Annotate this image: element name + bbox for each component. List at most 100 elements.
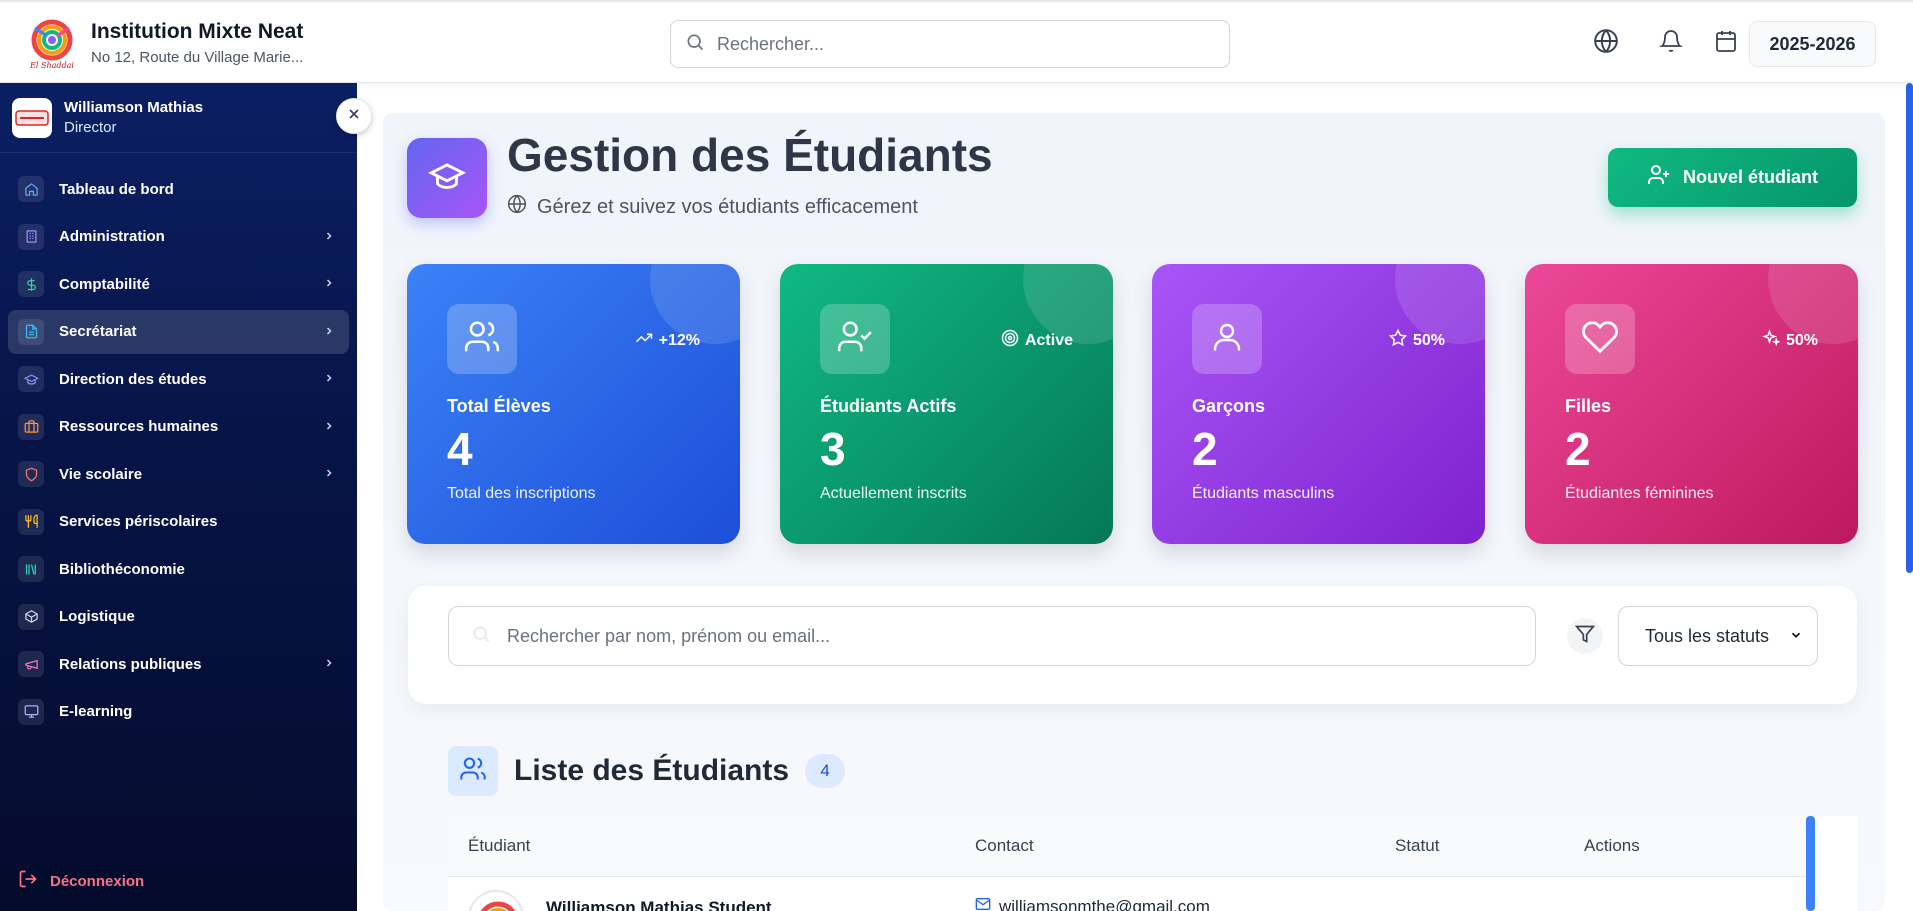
filter-card: Tous les statuts (408, 586, 1857, 704)
column-header-contact[interactable]: Contact (975, 836, 1034, 856)
stat-description: Actuellement inscrits (820, 485, 967, 502)
stat-card-boys[interactable]: 50% Garçons 2 Étudiants masculins (1152, 264, 1485, 544)
page-header-icon (407, 138, 487, 218)
student-list-header: Liste des Étudiants 4 (448, 746, 846, 796)
dollar-icon (18, 271, 44, 297)
chevron-down-icon (1789, 626, 1803, 647)
chevron-right-icon (323, 656, 335, 674)
global-search-input[interactable] (717, 33, 1197, 55)
table-scrollbar[interactable] (1806, 816, 1815, 911)
sidebar-item-vie-scolaire[interactable]: Vie scolaire (8, 452, 349, 496)
sidebar-item-tableau-de-bord[interactable]: Tableau de bord (8, 167, 349, 211)
sidebar-item-label: Secrétariat (59, 323, 137, 340)
user-role: Director (64, 119, 117, 136)
sidebar-item-bibliotheconomie[interactable]: Bibliothéconomie (8, 547, 349, 591)
student-search[interactable] (448, 606, 1536, 666)
sidebar-nav: Tableau de bord Administration Comptabilit… (0, 153, 357, 734)
new-student-button[interactable]: Nouvel étudiant (1608, 148, 1857, 207)
monitor-icon (18, 698, 44, 725)
column-header-actions[interactable]: Actions (1584, 836, 1640, 856)
stat-trend-text: 50% (1412, 331, 1445, 349)
institution-name: Institution Mixte Neat (91, 20, 304, 43)
sidebar-item-ressources-humaines[interactable]: Ressources humaines (8, 405, 349, 449)
search-icon (685, 32, 705, 57)
user-name: Williamson Mathias (64, 99, 204, 116)
stat-trend: 50% (1761, 328, 1818, 352)
table-row[interactable]: Williamson Mathias Student williamsonmth… (448, 878, 1808, 911)
filter-button[interactable] (1567, 618, 1603, 654)
sidebar-item-label: Bibliothéconomie (59, 560, 185, 578)
stat-label: Étudiants Actifs (820, 396, 957, 416)
graduation-cap-icon (427, 157, 467, 200)
avatar (12, 97, 52, 138)
student-count-badge: 4 (805, 754, 846, 788)
logout-icon (18, 869, 38, 893)
package-icon (18, 603, 44, 630)
student-email[interactable]: williamsonmthe@gmail.com (975, 896, 1210, 911)
stat-icon-box (1565, 304, 1635, 374)
student-email-text: williamsonmthe@gmail.com (999, 896, 1210, 911)
users-icon (459, 755, 487, 788)
status-select-value: Tous les statuts (1645, 625, 1770, 646)
sidebar-item-services-periscolaires[interactable]: Services périscolaires (8, 500, 349, 544)
sidebar-item-relations-publiques[interactable]: Relations publiques (8, 642, 349, 686)
sidebar-item-direction-des-etudes[interactable]: Direction des études (8, 357, 349, 401)
stat-trend-text: Active (1024, 331, 1073, 349)
column-header-student[interactable]: Étudiant (468, 836, 530, 856)
close-sidebar-button[interactable] (336, 98, 372, 134)
stat-icon-box (1192, 304, 1262, 374)
chevron-right-icon (323, 324, 335, 342)
calendar-button[interactable] (1711, 28, 1741, 58)
sidebar-item-administration[interactable]: Administration (8, 215, 349, 259)
sidebar-item-label: Services périscolaires (59, 513, 218, 530)
list-icon-box (448, 746, 498, 796)
stat-trend-text: +12% (658, 331, 700, 349)
stat-value: 2 (1192, 423, 1218, 475)
filter-icon (1574, 624, 1596, 649)
globe-icon (507, 194, 527, 220)
page-scrollbar[interactable] (1906, 83, 1913, 573)
sidebar-item-label: Direction des études (59, 370, 207, 388)
brand[interactable]: El Shaddai Institution Mixte Neat No 12,… (27, 16, 303, 70)
sidebar-item-label: Relations publiques (59, 655, 202, 673)
sidebar-item-logistique[interactable]: Logistique (8, 595, 349, 639)
stat-card-girls[interactable]: 50% Filles 2 Étudiantes féminines (1525, 264, 1858, 544)
student-search-input[interactable] (507, 625, 1507, 647)
home-icon (18, 176, 44, 202)
sidebar-item-label: Comptabilité (59, 275, 150, 293)
notifications-button[interactable] (1656, 28, 1686, 58)
globe-icon (1593, 28, 1619, 59)
stat-value: 3 (820, 423, 846, 475)
global-search[interactable] (670, 20, 1230, 68)
megaphone-icon (18, 651, 44, 677)
close-icon (346, 106, 362, 127)
stat-label: Filles (1565, 396, 1612, 416)
target-icon (1001, 329, 1019, 352)
column-header-status[interactable]: Statut (1395, 836, 1439, 856)
utensils-icon (18, 508, 44, 535)
language-button[interactable] (1591, 28, 1621, 58)
mail-icon (975, 896, 991, 911)
sidebar-item-label: Vie scolaire (59, 465, 143, 483)
status-select[interactable]: Tous les statuts (1618, 606, 1818, 666)
page-subtitle: Gérez et suivez vos étudiants efficaceme… (507, 194, 918, 220)
users-icon (463, 318, 501, 361)
stat-trend: Active (1001, 329, 1073, 352)
new-student-label: Nouvel étudiant (1682, 167, 1818, 187)
page-title: Gestion des Étudiants (507, 129, 993, 181)
chevron-right-icon (323, 371, 335, 389)
stat-description: Étudiantes féminines (1565, 485, 1714, 502)
star-icon (1388, 328, 1408, 352)
stat-card-active[interactable]: Active Étudiants Actifs 3 Actuellement i… (780, 264, 1113, 544)
calendar-icon (1714, 29, 1738, 58)
sidebar-item-label: Tableau de bord (59, 180, 174, 198)
chevron-right-icon (323, 276, 335, 294)
heart-icon (1581, 318, 1619, 361)
library-icon (18, 556, 44, 582)
sidebar-item-e-learning[interactable]: E-learning (8, 690, 349, 734)
sidebar-item-secretariat[interactable]: Secrétariat (8, 309, 349, 354)
sidebar-item-comptabilite[interactable]: Comptabilité (8, 262, 349, 306)
school-year-selector[interactable]: 2025-2026 (1749, 21, 1876, 67)
logout-button[interactable]: Déconnexion (18, 869, 144, 893)
stat-card-total[interactable]: +12% Total Élèves 4 Total des inscriptio… (407, 264, 740, 544)
